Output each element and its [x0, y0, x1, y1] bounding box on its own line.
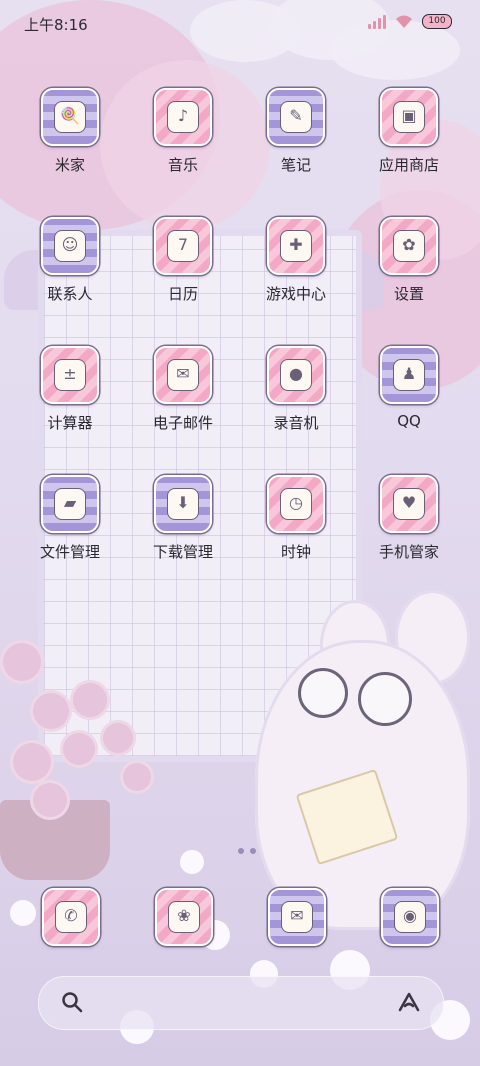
- app-tile: ±: [41, 346, 99, 404]
- app-label: 音乐: [167, 156, 198, 174]
- app-label: 文件管理: [39, 543, 100, 561]
- app-glyph-icon: ♟: [393, 359, 425, 391]
- status-bar: 上午8:16 100: [0, 0, 480, 46]
- app-label: 录音机: [273, 414, 319, 432]
- app-label: 联系人: [47, 285, 93, 303]
- app-tile: ▰: [41, 475, 99, 533]
- app-glyph-icon: ✿: [393, 230, 425, 262]
- app-tile: ✚: [267, 217, 325, 275]
- dock-glyph-icon: ◉: [394, 901, 426, 933]
- app-label: 时钟: [280, 543, 311, 561]
- wifi-icon: [396, 15, 412, 28]
- app-glyph-icon: ◷: [280, 488, 312, 520]
- battery-indicator: 100: [422, 14, 452, 29]
- app-label: QQ: [397, 412, 421, 430]
- dock-app-3[interactable]: ◉: [381, 888, 439, 946]
- app-tile: 7: [154, 217, 212, 275]
- app-icon-2[interactable]: ✎ 笔记: [241, 88, 351, 175]
- app-glyph-icon: ±: [54, 359, 86, 391]
- app-icon-3[interactable]: ▣ 应用商店: [354, 88, 464, 175]
- app-label: 米家: [54, 156, 85, 174]
- app-icon-14[interactable]: ◷ 时钟: [241, 475, 351, 562]
- app-icon-10[interactable]: ● 录音机: [241, 346, 351, 433]
- dock-glyph-icon: ✆: [55, 901, 87, 933]
- app-label: 设置: [393, 285, 424, 303]
- dock-app-1[interactable]: ❀: [155, 888, 213, 946]
- app-glyph-icon: ♥: [393, 488, 425, 520]
- app-tile: ●: [267, 346, 325, 404]
- app-glyph-icon: ▣: [393, 101, 425, 133]
- app-icon-11[interactable]: ♟ QQ: [354, 346, 464, 430]
- dock-tile: ◉: [381, 888, 439, 946]
- signal-icon: [368, 14, 386, 29]
- dock-tile: ❀: [155, 888, 213, 946]
- app-glyph-icon: ▰: [54, 488, 86, 520]
- app-label: 下载管理: [152, 543, 213, 561]
- app-label: 笔记: [280, 156, 311, 174]
- app-tile: ♪: [154, 88, 212, 146]
- dock-tile: ✉: [268, 888, 326, 946]
- app-icon-0[interactable]: 🍭 米家: [15, 88, 125, 175]
- app-glyph-icon: ⬇: [167, 488, 199, 520]
- app-glyph-icon: 🍭: [54, 101, 86, 133]
- app-glyph-icon: ☺: [54, 230, 86, 262]
- dock-app-0[interactable]: ✆: [42, 888, 100, 946]
- search-icon: [62, 992, 83, 1013]
- app-icon-5[interactable]: 7 日历: [128, 217, 238, 304]
- app-tile: ⬇: [154, 475, 212, 533]
- app-glyph-icon: 7: [167, 230, 199, 262]
- app-tile: 🍭: [41, 88, 99, 146]
- search-bar[interactable]: [38, 976, 444, 1030]
- dock-glyph-icon: ❀: [168, 901, 200, 933]
- app-tile: ▣: [380, 88, 438, 146]
- app-icon-1[interactable]: ♪ 音乐: [128, 88, 238, 175]
- app-tile: ☺: [41, 217, 99, 275]
- app-label: 计算器: [47, 414, 93, 432]
- app-icon-9[interactable]: ✉ 电子邮件: [128, 346, 238, 433]
- app-glyph-icon: ✉: [167, 359, 199, 391]
- app-icon-4[interactable]: ☺ 联系人: [15, 217, 125, 304]
- app-tile: ◷: [267, 475, 325, 533]
- app-icon-6[interactable]: ✚ 游戏中心: [241, 217, 351, 304]
- app-tile: ✎: [267, 88, 325, 146]
- app-label: 应用商店: [378, 156, 439, 174]
- app-glyph-icon: ♪: [167, 101, 199, 133]
- page-indicator: [238, 848, 256, 854]
- app-glyph-icon: ✚: [280, 230, 312, 262]
- app-tile: ♟: [380, 346, 438, 404]
- app-icon-7[interactable]: ✿ 设置: [354, 217, 464, 304]
- app-label: 电子邮件: [152, 414, 213, 432]
- app-tile: ✿: [380, 217, 438, 275]
- app-label: 日历: [167, 285, 198, 303]
- app-icon-8[interactable]: ± 计算器: [15, 346, 125, 433]
- app-tile: ✉: [154, 346, 212, 404]
- app-glyph-icon: ●: [280, 359, 312, 391]
- assistant-icon[interactable]: [397, 991, 421, 1013]
- app-icon-13[interactable]: ⬇ 下载管理: [128, 475, 238, 562]
- app-label: 手机管家: [378, 543, 439, 561]
- status-time: 上午8:16: [24, 16, 88, 34]
- app-glyph-icon: ✎: [280, 101, 312, 133]
- dock-tile: ✆: [42, 888, 100, 946]
- dock-glyph-icon: ✉: [281, 901, 313, 933]
- app-label: 游戏中心: [265, 285, 326, 303]
- app-icon-12[interactable]: ▰ 文件管理: [15, 475, 125, 562]
- dock-app-2[interactable]: ✉: [268, 888, 326, 946]
- app-icon-15[interactable]: ♥ 手机管家: [354, 475, 464, 562]
- app-tile: ♥: [380, 475, 438, 533]
